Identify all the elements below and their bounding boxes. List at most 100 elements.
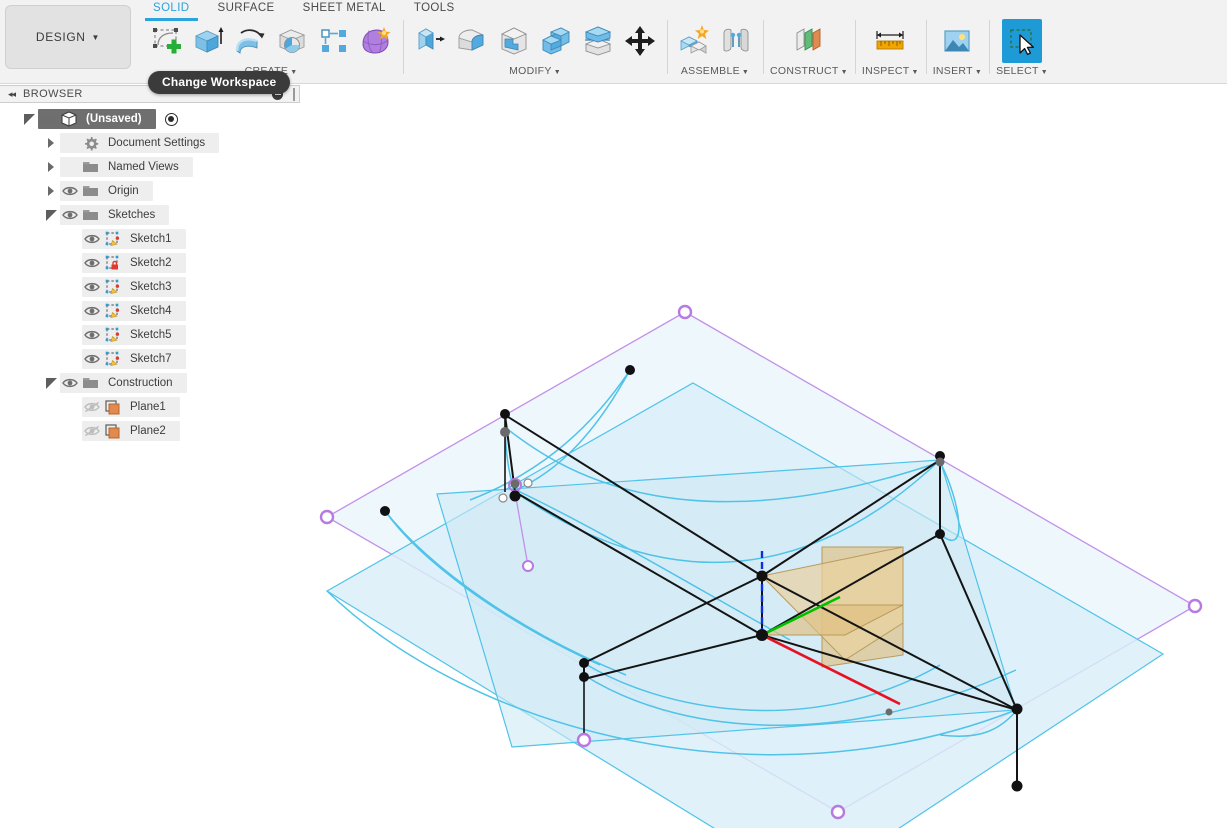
visibility-toggle[interactable] bbox=[82, 229, 102, 249]
ribbon-group-inspect-label[interactable]: INSPECT ▼ bbox=[862, 65, 919, 77]
tree-node-row[interactable]: Plane2 bbox=[82, 421, 180, 441]
activate-component-radio[interactable] bbox=[164, 112, 178, 126]
tree-node-sketch5[interactable]: Sketch5 bbox=[64, 325, 186, 345]
joint-button[interactable] bbox=[716, 19, 756, 63]
workspace-switcher-button[interactable]: DESIGN ▼ bbox=[5, 5, 131, 69]
revolve-button[interactable] bbox=[230, 19, 270, 63]
create-sketch-button[interactable] bbox=[146, 19, 186, 63]
insert-image-button[interactable] bbox=[937, 19, 977, 63]
tree-node-row[interactable]: Sketches bbox=[60, 205, 170, 225]
visibility-toggle[interactable] bbox=[82, 349, 102, 369]
sketch-icon-wrap bbox=[102, 325, 124, 345]
tree-node-row[interactable]: Sketch4 bbox=[82, 301, 186, 321]
ribbon-group-assemble-label[interactable]: ASSEMBLE ▼ bbox=[681, 65, 749, 77]
select-button[interactable] bbox=[1002, 19, 1042, 63]
tree-node-row[interactable]: Document Settings bbox=[60, 133, 220, 153]
measure-button[interactable] bbox=[870, 19, 910, 63]
ribbon-group-select-label[interactable]: SELECT ▼ bbox=[996, 65, 1048, 77]
tree-node-row[interactable]: Sketch3 bbox=[82, 277, 186, 297]
eye-icon[interactable] bbox=[62, 185, 78, 197]
tree-node-row[interactable]: (Unsaved) bbox=[38, 109, 156, 129]
tree-node-sketch4[interactable]: Sketch4 bbox=[64, 301, 186, 321]
eye-icon[interactable] bbox=[84, 233, 100, 245]
combine-button[interactable] bbox=[536, 19, 576, 63]
visibility-toggle[interactable] bbox=[82, 277, 102, 297]
visibility-toggle[interactable] bbox=[60, 373, 80, 393]
tree-node-row[interactable]: Sketch2 bbox=[82, 253, 186, 273]
tree-node-document-settings[interactable]: Document Settings bbox=[42, 133, 220, 153]
tab-tools[interactable]: TOOLS bbox=[400, 0, 469, 18]
tree-node-label: Sketch2 bbox=[130, 257, 172, 269]
tree-node-plane1[interactable]: Plane1 bbox=[64, 397, 180, 417]
visibility-toggle[interactable] bbox=[82, 421, 102, 441]
eye-icon[interactable] bbox=[84, 305, 100, 317]
tree-node-sketch3[interactable]: Sketch3 bbox=[64, 277, 186, 297]
tree-node-sketch7[interactable]: Sketch7 bbox=[64, 349, 186, 369]
collapse-arrow-icon[interactable] bbox=[20, 109, 38, 129]
eye-off-icon[interactable] bbox=[84, 425, 100, 437]
move-copy-button[interactable] bbox=[620, 19, 660, 63]
eye-icon[interactable] bbox=[62, 377, 78, 389]
fillet-button[interactable] bbox=[452, 19, 492, 63]
extrude-button[interactable] bbox=[188, 19, 228, 63]
tree-node-named-views[interactable]: Named Views bbox=[42, 157, 193, 177]
tree-node-origin[interactable]: Origin bbox=[42, 181, 153, 201]
tab-sheet-metal[interactable]: SHEET METAL bbox=[289, 0, 400, 18]
visibility-toggle[interactable] bbox=[82, 325, 102, 345]
tree-node-sketch2[interactable]: Sketch2 bbox=[64, 253, 186, 273]
chevron-down-icon: ▼ bbox=[1040, 69, 1048, 76]
visibility-toggle[interactable] bbox=[82, 397, 102, 417]
ribbon-group-assemble: ASSEMBLE ▼ bbox=[667, 18, 763, 84]
expand-arrow-icon[interactable] bbox=[42, 181, 60, 201]
eye-icon[interactable] bbox=[84, 353, 100, 365]
tree-node-plane2[interactable]: Plane2 bbox=[64, 421, 180, 441]
tab-solid[interactable]: SOLID bbox=[139, 0, 204, 21]
expand-arrow-icon[interactable] bbox=[42, 157, 60, 177]
eye-icon[interactable] bbox=[62, 209, 78, 221]
shell-button[interactable] bbox=[494, 19, 534, 63]
visibility-toggle[interactable] bbox=[38, 109, 58, 129]
eye-icon[interactable] bbox=[84, 329, 100, 341]
sweep-button[interactable] bbox=[272, 19, 312, 63]
tree-node-row[interactable]: Named Views bbox=[60, 157, 193, 177]
visibility-toggle[interactable] bbox=[60, 181, 80, 201]
press-pull-button[interactable] bbox=[410, 19, 450, 63]
new-component-button[interactable] bbox=[674, 19, 714, 63]
tree-node-row[interactable]: Sketch1 bbox=[82, 229, 186, 249]
visibility-toggle[interactable] bbox=[82, 301, 102, 321]
eye-icon[interactable] bbox=[40, 113, 56, 125]
ribbon-group-inspect: INSPECT ▼ bbox=[854, 18, 926, 84]
visibility-toggle[interactable] bbox=[60, 205, 80, 225]
collapse-panel-icon[interactable]: ◂◂ bbox=[4, 89, 16, 100]
tree-node-row[interactable]: Origin bbox=[60, 181, 153, 201]
chevron-down-icon: ▼ bbox=[290, 69, 298, 76]
folder-icon bbox=[83, 186, 98, 196]
collapse-arrow-icon[interactable] bbox=[42, 373, 60, 393]
tree-node-row[interactable]: Plane1 bbox=[82, 397, 180, 417]
panel-resize-grip[interactable] bbox=[293, 88, 295, 101]
ribbon-group-insert-label[interactable]: INSERT ▼ bbox=[933, 65, 982, 77]
eye-icon[interactable] bbox=[84, 281, 100, 293]
create-form-button[interactable] bbox=[356, 19, 396, 63]
tree-node-sketches[interactable]: Sketches bbox=[42, 205, 170, 225]
offset-plane-button[interactable] bbox=[789, 19, 829, 63]
ribbon-group-construct-label[interactable]: CONSTRUCT ▼ bbox=[770, 65, 848, 77]
eye-off-icon[interactable] bbox=[84, 401, 100, 413]
visibility-toggle[interactable] bbox=[82, 253, 102, 273]
eye-icon[interactable] bbox=[84, 257, 100, 269]
tab-surface[interactable]: SURFACE bbox=[204, 0, 289, 18]
tree-node-row[interactable]: Construction bbox=[60, 373, 187, 393]
pattern-button[interactable] bbox=[314, 19, 354, 63]
tree-node-sketch1[interactable]: Sketch1 bbox=[64, 229, 186, 249]
tree-node-row[interactable]: Sketch7 bbox=[82, 349, 186, 369]
create-form-icon bbox=[362, 27, 391, 54]
split-face-button[interactable] bbox=[578, 19, 618, 63]
ribbon-group-modify-label[interactable]: MODIFY ▼ bbox=[509, 65, 561, 77]
tree-node-unsaved[interactable]: (Unsaved) bbox=[20, 109, 178, 129]
tree-node-construction[interactable]: Construction bbox=[42, 373, 187, 393]
tree-node-label: (Unsaved) bbox=[86, 113, 142, 125]
tree-node-row[interactable]: Sketch5 bbox=[82, 325, 186, 345]
expand-arrow-icon[interactable] bbox=[42, 133, 60, 153]
collapse-arrow-icon[interactable] bbox=[42, 205, 60, 225]
